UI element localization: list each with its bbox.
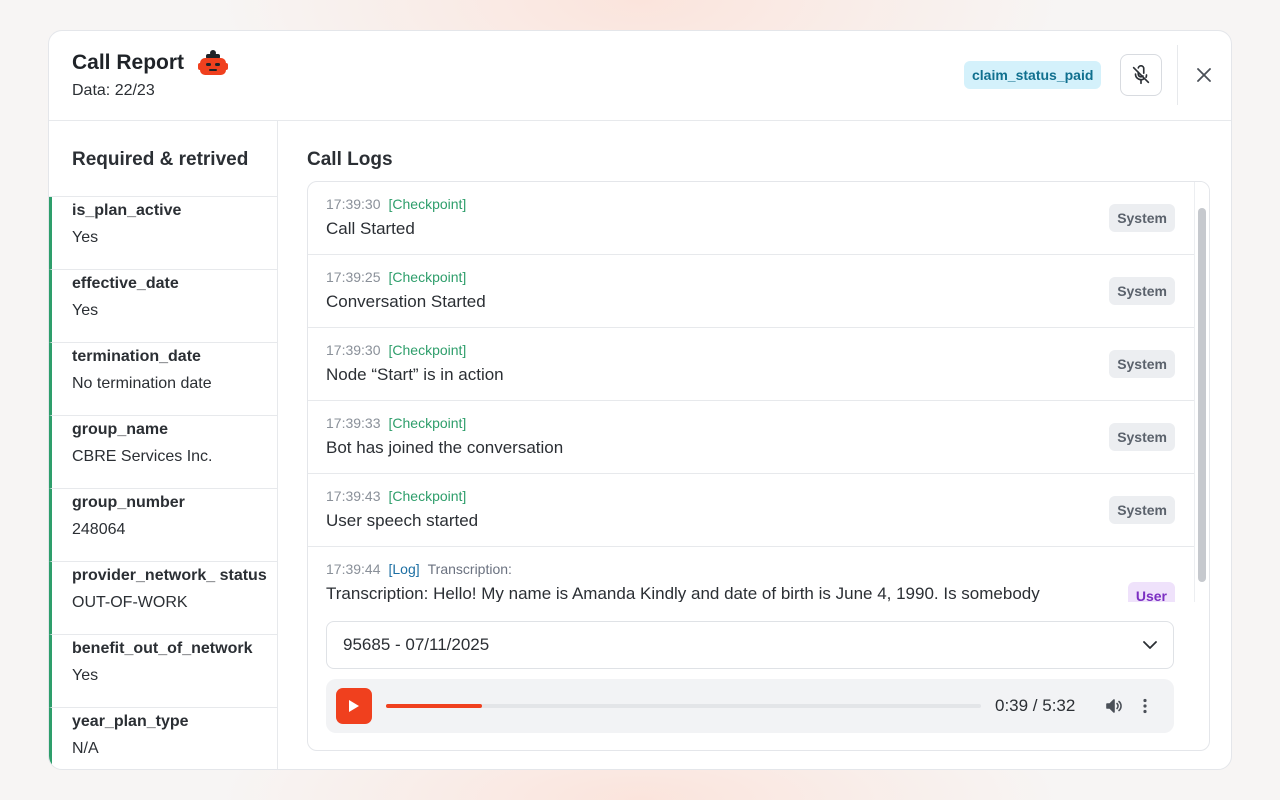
field-item: year_plan_type N/A (49, 708, 277, 769)
field-value: Yes (72, 229, 99, 246)
field-item: group_name CBRE Services Inc. (49, 416, 277, 489)
source-badge: User (1127, 582, 1175, 602)
log-tag: [Checkpoint] (388, 196, 467, 212)
page-title: Call Report (72, 51, 185, 74)
field-name: group_number (72, 494, 185, 511)
log-meta: 17:39:25 [Checkpoint] (326, 269, 466, 285)
mute-button[interactable] (1120, 54, 1162, 96)
call-logs-panel: 17:39:30 [Checkpoint] Call Started System… (307, 181, 1210, 751)
status-badge: claim_status_paid (964, 61, 1102, 89)
call-report-modal: Call Report Data: 22/23 claim_status_pai… (48, 30, 1232, 770)
field-value: CBRE Services Inc. (72, 448, 213, 465)
log-time: 17:39:25 (326, 269, 381, 285)
field-item: is_plan_active Yes (49, 197, 277, 270)
source-badge: System (1109, 277, 1175, 305)
field-value: N/A (72, 740, 99, 757)
source-badge: System (1109, 350, 1175, 378)
play-button[interactable] (336, 688, 372, 724)
volume-icon[interactable] (1105, 697, 1123, 715)
field-name: benefit_out_of_network (72, 640, 253, 657)
field-value: No termination date (72, 375, 212, 392)
log-text: Transcription: Hello! My name is Amanda … (326, 584, 1040, 602)
call-logs-section: Call Logs 17:39:30 [Checkpoint] Call Star… (278, 121, 1231, 769)
field-item: group_number 248064 (49, 489, 277, 562)
log-meta: 17:39:33 [Checkpoint] (326, 415, 466, 431)
recording-selected-value: 95685 - 07/11/2025 (343, 635, 490, 654)
field-value: OUT-OF-WORK (72, 594, 188, 611)
field-name: is_plan_active (72, 202, 182, 219)
field-item: benefit_out_of_network Yes (49, 635, 277, 708)
field-name: year_plan_type (72, 713, 189, 730)
log-time: 17:39:30 (326, 342, 381, 358)
field-item: termination_date No termination date (49, 343, 277, 416)
field-name: effective_date (72, 275, 179, 292)
field-name: provider_network_ status (72, 567, 267, 584)
logs-scrollbar-thumb[interactable] (1198, 208, 1206, 582)
log-meta: 17:39:30 [Checkpoint] (326, 196, 466, 212)
log-tag: [Checkpoint] (388, 415, 467, 431)
source-badge: System (1109, 423, 1175, 451)
log-entry: 17:39:30 [Checkpoint] Call Started System (308, 182, 1194, 255)
log-time: 17:39:33 (326, 415, 381, 431)
log-time: 17:39:44 (326, 561, 381, 577)
log-meta: 17:39:43 [Checkpoint] (326, 488, 466, 504)
log-entry: 17:39:25 [Checkpoint] Conversation Starte… (308, 255, 1194, 328)
source-badge: System (1109, 496, 1175, 524)
close-button[interactable] (1192, 63, 1216, 87)
header-divider (1177, 45, 1178, 105)
title-row: Call Report (72, 49, 229, 77)
log-entry: 17:39:44 [Log] Transcription: Transcriptio… (308, 547, 1194, 602)
log-time: 17:39:30 (326, 196, 381, 212)
field-item: provider_network_ status OUT-OF-WORK (49, 562, 277, 635)
field-value: Yes (72, 667, 99, 684)
log-meta: 17:39:30 [Checkpoint] (326, 342, 466, 358)
progress-fill (386, 704, 482, 708)
log-time: 17:39:43 (326, 488, 381, 504)
recording-select[interactable]: 95685 - 07/11/2025 (326, 621, 1174, 669)
modal-header: Call Report Data: 22/23 claim_status_pai… (49, 31, 1231, 121)
log-tag: [Checkpoint] (388, 269, 467, 285)
field-name: termination_date (72, 348, 201, 365)
call-logs-list: 17:39:30 [Checkpoint] Call Started System… (308, 182, 1194, 602)
sidebar-title: Required & retrived (49, 121, 277, 197)
chevron-down-icon (1143, 641, 1157, 649)
field-item: effective_date Yes (49, 270, 277, 343)
more-vertical-icon[interactable] (1142, 697, 1148, 715)
mic-off-icon (1132, 65, 1150, 85)
log-tag: [Log] (388, 561, 420, 577)
log-extra: Transcription: (427, 561, 512, 577)
data-count: Data: 22/23 (72, 82, 155, 99)
close-icon (1197, 68, 1211, 82)
log-text: Call Started (326, 219, 415, 238)
robot-icon (198, 49, 229, 77)
log-text: Conversation Started (326, 292, 486, 311)
source-badge: System (1109, 204, 1175, 232)
call-logs-title: Call Logs (307, 149, 393, 170)
log-entry: 17:39:33 [Checkpoint] Bot has joined the … (308, 401, 1194, 474)
log-tag: [Checkpoint] (388, 488, 467, 504)
log-entry: 17:39:43 [Checkpoint] User speech started… (308, 474, 1194, 547)
log-entry: 17:39:30 [Checkpoint] Node “Start” is in … (308, 328, 1194, 401)
required-fields-sidebar: Required & retrived is_plan_active Yes e… (49, 121, 278, 769)
log-meta: 17:39:44 [Log] Transcription: (326, 561, 512, 577)
log-text: Bot has joined the conversation (326, 438, 564, 457)
progress-slider[interactable] (386, 704, 981, 708)
log-text: Node “Start” is in action (326, 365, 504, 384)
log-tag: [Checkpoint] (388, 342, 467, 358)
play-icon (349, 700, 359, 712)
field-value: 248064 (72, 521, 126, 538)
audio-player: 0:39 / 5:32 (326, 679, 1174, 733)
field-name: group_name (72, 421, 169, 438)
time-readout: 0:39 / 5:32 (995, 696, 1076, 715)
field-value: Yes (72, 302, 99, 319)
log-text: User speech started (326, 511, 479, 530)
